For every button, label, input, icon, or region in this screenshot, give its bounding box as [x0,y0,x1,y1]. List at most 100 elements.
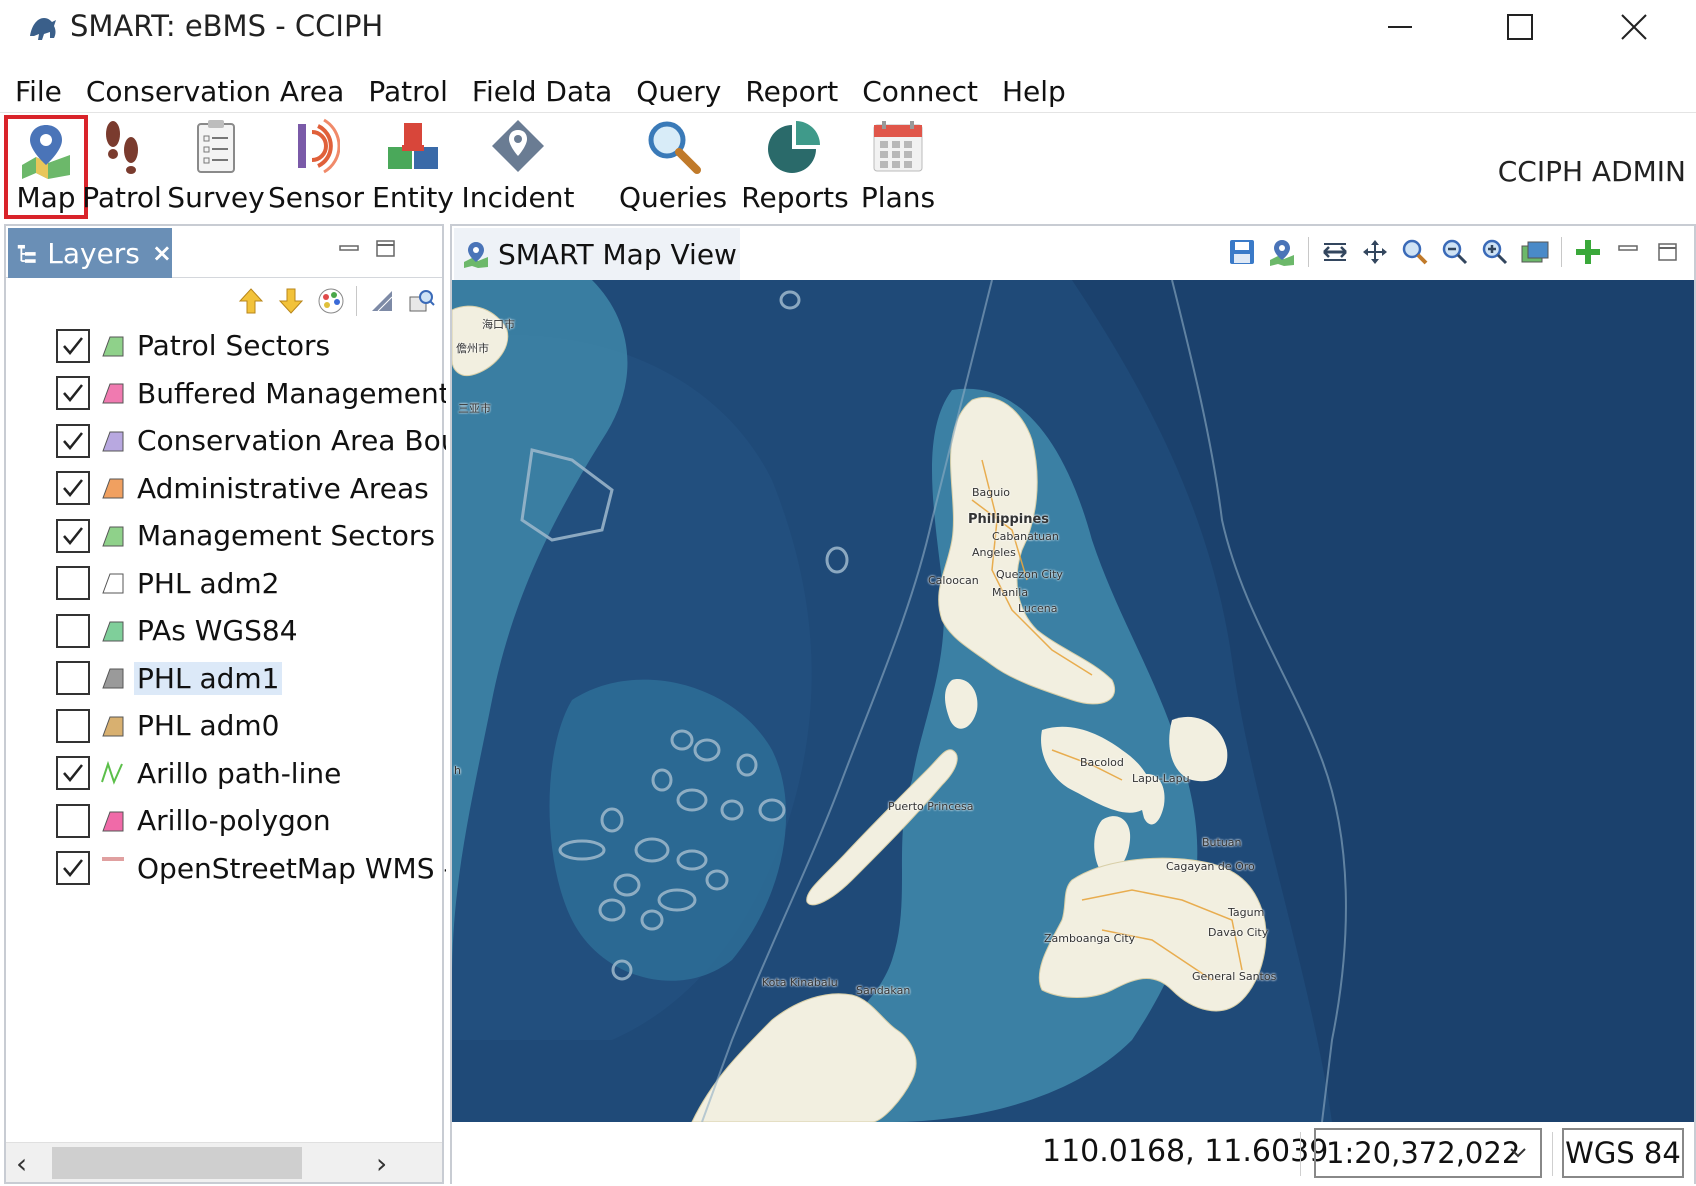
layer-row[interactable]: PAs WGS84 [56,607,446,655]
entity-perspective-button[interactable]: Entity [368,115,458,219]
layer-visibility-checkbox[interactable] [56,613,90,648]
scale-dropdown[interactable]: 1:20,372,022 [1314,1128,1542,1178]
layers-tab-close-icon[interactable]: × [152,239,172,267]
place-label: 儋州市 [456,342,489,355]
line-layer-icon [98,758,128,788]
layer-row[interactable]: Management Sectors [56,512,446,560]
menu-file[interactable]: File [0,75,74,108]
map-view-tab[interactable]: SMART Map View [454,228,740,280]
place-label: Philippines [968,512,1050,527]
layer-visibility-checkbox[interactable] [56,423,90,458]
clipboard-icon [197,120,235,173]
smart-logo-icon [30,18,56,40]
menu-conservation-area[interactable]: Conservation Area [74,75,356,108]
reports-perspective-button[interactable]: Reports [740,115,850,219]
layer-visibility-checkbox[interactable] [56,376,90,411]
layer-label: Conservation Area Bou [137,424,446,458]
place-label: h [454,764,461,777]
layers-map-button[interactable] [1519,236,1551,268]
map-panel-minimize-button[interactable] [1612,236,1644,268]
plans-label: Plans [860,181,936,214]
raster-layer-icon [98,853,128,883]
incident-diamond-icon [492,120,544,172]
zoom-button[interactable] [1399,236,1431,268]
layer-label: OpenStreetMap WMS - [137,851,446,885]
place-label: 三亚市 [458,402,491,415]
map-panel-maximize-button[interactable] [1652,236,1684,268]
cursor-coordinates: 110.0168, 11.6039 [1042,1134,1329,1169]
layer-visibility-checkbox[interactable] [56,518,90,553]
crs-selector[interactable]: WGS 84 [1562,1128,1684,1178]
move-layer-down-button[interactable] [276,286,306,316]
move-layer-up-button[interactable] [236,286,266,316]
queries-perspective-button[interactable]: Queries [618,115,728,219]
zoom-in-button[interactable] [1479,236,1511,268]
layer-label: PHL adm1 [134,661,283,695]
map-location-button[interactable] [1266,236,1298,268]
panel-minimize-icon[interactable] [336,236,364,262]
layer-row[interactable]: Administrative Areas [56,465,446,513]
layer-visibility-checkbox[interactable] [56,756,90,791]
layer-row[interactable]: PHL adm1 [56,655,446,703]
menu-report[interactable]: Report [733,75,850,108]
map-canvas[interactable]: Baguio Philippines Cabanatuan Angeles Ca… [452,280,1694,1122]
map-layers-icon [1521,241,1549,263]
layer-visibility-checkbox[interactable] [56,328,90,363]
menu-help[interactable]: Help [990,75,1078,108]
place-label: Manila [992,586,1029,599]
panel-maximize-icon[interactable] [372,236,400,262]
pan-icon [1363,240,1387,264]
menu-patrol[interactable]: Patrol [356,75,460,108]
layer-visibility-checkbox[interactable] [56,803,90,838]
layer-style-button[interactable] [316,286,346,316]
layer-row[interactable]: Arillo-polygon [56,797,446,845]
layer-visibility-checkbox[interactable] [56,851,90,886]
layer-row[interactable]: Buffered Management [56,370,446,418]
layer-row[interactable]: OpenStreetMap WMS - [56,845,446,893]
layer-properties-button[interactable] [367,286,397,316]
layer-row[interactable]: PHL adm0 [56,702,446,750]
layer-row[interactable]: PHL adm2 [56,560,446,608]
minimize-button[interactable] [1370,6,1430,48]
layer-visibility-checkbox[interactable] [56,471,90,506]
zoom-out-button[interactable] [1439,236,1471,268]
maximize-button[interactable] [1490,6,1550,48]
polygon-layer-icon [98,473,128,503]
zoom-extent-button[interactable] [1319,236,1351,268]
menu-query[interactable]: Query [624,75,733,108]
close-button[interactable] [1604,6,1664,48]
layer-label: Management Sectors [137,519,435,553]
sensor-label: Sensor [268,181,364,214]
queries-label: Queries [618,181,728,214]
layer-row[interactable]: Arillo path-line [56,750,446,798]
save-map-button[interactable] [1226,236,1258,268]
incident-perspective-button[interactable]: Incident [462,115,574,219]
menu-connect[interactable]: Connect [850,75,990,108]
scroll-left-icon[interactable]: ‹ [16,1147,27,1180]
survey-perspective-button[interactable]: Survey [167,115,265,219]
layer-visibility-checkbox[interactable] [56,566,90,601]
checkmark-icon [63,384,83,403]
layer-visibility-checkbox[interactable] [56,708,90,743]
layer-row[interactable]: Conservation Area Bou [56,417,446,465]
layer-label: Administrative Areas [137,471,429,505]
scroll-right-icon[interactable]: › [376,1147,387,1180]
map-perspective-button[interactable]: Map [4,115,88,219]
place-label: Tagum [1228,906,1265,919]
plus-icon [1576,240,1600,264]
layer-search-button[interactable] [407,286,437,316]
menu-field-data[interactable]: Field Data [460,75,624,108]
layers-horizontal-scrollbar[interactable]: ‹ › [6,1142,442,1182]
layer-row[interactable]: Patrol Sectors [56,322,446,370]
magnifier-icon [648,121,701,174]
scrollbar-thumb[interactable] [52,1147,302,1179]
place-label: 海口市 [482,318,515,331]
sensor-perspective-button[interactable]: Sensor [268,115,364,219]
checkmark-icon [63,336,83,355]
pan-button[interactable] [1359,236,1391,268]
patrol-perspective-button[interactable]: Patrol [82,115,162,219]
layers-tab[interactable]: Layers × [8,228,172,278]
layer-visibility-checkbox[interactable] [56,661,90,696]
add-layer-button[interactable] [1572,236,1604,268]
plans-perspective-button[interactable]: Plans [860,115,936,219]
